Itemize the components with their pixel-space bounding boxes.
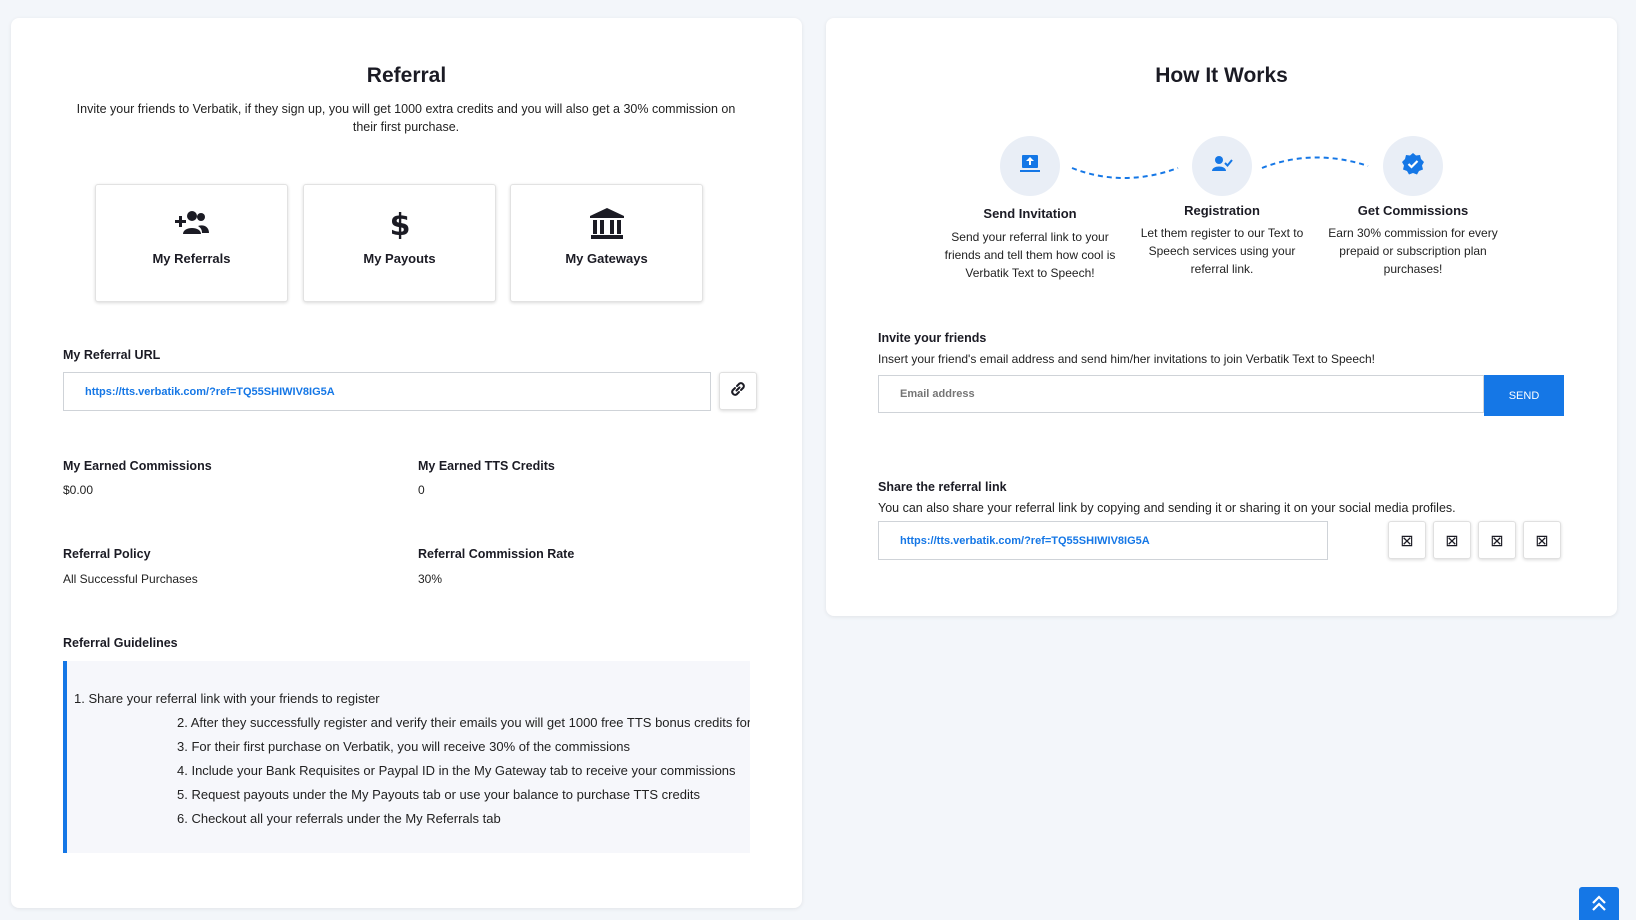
- step-registration-circle: [1192, 136, 1252, 196]
- step-send-invitation-circle: [1000, 136, 1060, 196]
- referral-guidelines-label: Referral Guidelines: [63, 636, 178, 650]
- guideline-item: 2. After they successfully register and …: [177, 715, 750, 730]
- earned-commissions-value: $0.00: [63, 483, 94, 497]
- my-payouts-label: My Payouts: [363, 251, 436, 266]
- double-chevron-up-icon: [1590, 893, 1608, 918]
- invite-friends-desc: Insert your friend's email address and s…: [878, 352, 1376, 366]
- social-share-button[interactable]: ⊠: [1523, 521, 1561, 559]
- my-referrals-label: My Referrals: [152, 251, 231, 266]
- referral-policy-value: All Successful Purchases: [63, 572, 198, 586]
- dollar-icon: $: [304, 207, 495, 243]
- social-icon: ⊠: [1535, 530, 1549, 550]
- share-link-desc: You can also share your referral link by…: [878, 501, 1456, 515]
- referral-title: Referral: [366, 64, 447, 87]
- social-icon: ⊠: [1490, 530, 1504, 550]
- social-share-button[interactable]: ⊠: [1388, 521, 1426, 559]
- step-registration-desc: Let them register to our Text to Speech …: [1140, 226, 1304, 276]
- referral-url-field[interactable]: https://tts.verbatik.com/?ref=TQ55SHIWIV…: [63, 372, 711, 411]
- send-button[interactable]: SEND: [1484, 375, 1564, 416]
- step-get-commissions-circle: [1383, 136, 1443, 196]
- step-connector: [1261, 156, 1369, 169]
- guideline-item: 6. Checkout all your referrals under the…: [177, 811, 501, 826]
- earned-credits-label: My Earned TTS Credits: [418, 459, 555, 473]
- step-send-invitation-desc: Send your referral link to your friends …: [944, 230, 1116, 280]
- my-referrals-tile[interactable]: My Referrals: [95, 184, 288, 302]
- svg-text:$: $: [389, 208, 410, 239]
- add-users-icon: [96, 207, 287, 243]
- referral-card: Referral Invite your friends to Verbatik…: [11, 18, 802, 908]
- my-gateways-label: My Gateways: [565, 251, 648, 266]
- guideline-item: 3. For their first purchase on Verbatik,…: [177, 739, 631, 754]
- guideline-item: 5. Request payouts under the My Payouts …: [177, 787, 700, 802]
- step-connector: [1071, 167, 1179, 179]
- email-input[interactable]: [878, 375, 1484, 413]
- link-icon: [728, 379, 748, 404]
- step-registration-title: Registration: [1184, 203, 1260, 218]
- share-link-label: Share the referral link: [878, 480, 1007, 494]
- referral-policy-label: Referral Policy: [63, 547, 151, 561]
- guideline-item: 4. Include your Bank Requisites or Paypa…: [177, 763, 736, 778]
- my-gateways-tile[interactable]: My Gateways: [510, 184, 703, 302]
- how-it-works-card: How It Works Send Invitation Send your r…: [826, 18, 1617, 616]
- verified-badge-icon: [1401, 152, 1425, 181]
- how-it-works-title: How It Works: [1155, 64, 1288, 87]
- scroll-to-top-button[interactable]: [1579, 887, 1619, 920]
- step-send-invitation-title: Send Invitation: [983, 206, 1077, 221]
- earned-commissions-label: My Earned Commissions: [63, 459, 212, 473]
- referral-url-label: My Referral URL: [63, 348, 161, 362]
- social-icon: ⊠: [1400, 530, 1414, 550]
- step-get-commissions-desc: Earn 30% commission for every prepaid or…: [1328, 226, 1498, 276]
- invite-friends-label: Invite your friends: [878, 331, 987, 345]
- step-get-commissions-title: Get Commissions: [1357, 203, 1469, 218]
- social-icon: ⊠: [1445, 530, 1459, 550]
- bank-icon: [511, 207, 702, 243]
- referral-guidelines: 1. Share your referral link with your fr…: [63, 661, 750, 853]
- share-url-field[interactable]: https://tts.verbatik.com/?ref=TQ55SHIWIV…: [878, 521, 1328, 560]
- upload-monitor-icon: [1019, 153, 1041, 180]
- social-share-button[interactable]: ⊠: [1433, 521, 1471, 559]
- earned-credits-value: 0: [418, 483, 425, 497]
- referral-subtitle: Invite your friends to Verbatik, if they…: [76, 102, 736, 134]
- user-check-icon: [1211, 154, 1233, 179]
- social-share-button[interactable]: ⊠: [1478, 521, 1516, 559]
- commission-rate-value: 30%: [418, 572, 443, 586]
- guideline-item: 1. Share your referral link with your fr…: [74, 691, 380, 706]
- copy-link-button[interactable]: [719, 372, 757, 410]
- commission-rate-label: Referral Commission Rate: [418, 547, 575, 561]
- my-payouts-tile[interactable]: $ My Payouts: [303, 184, 496, 302]
